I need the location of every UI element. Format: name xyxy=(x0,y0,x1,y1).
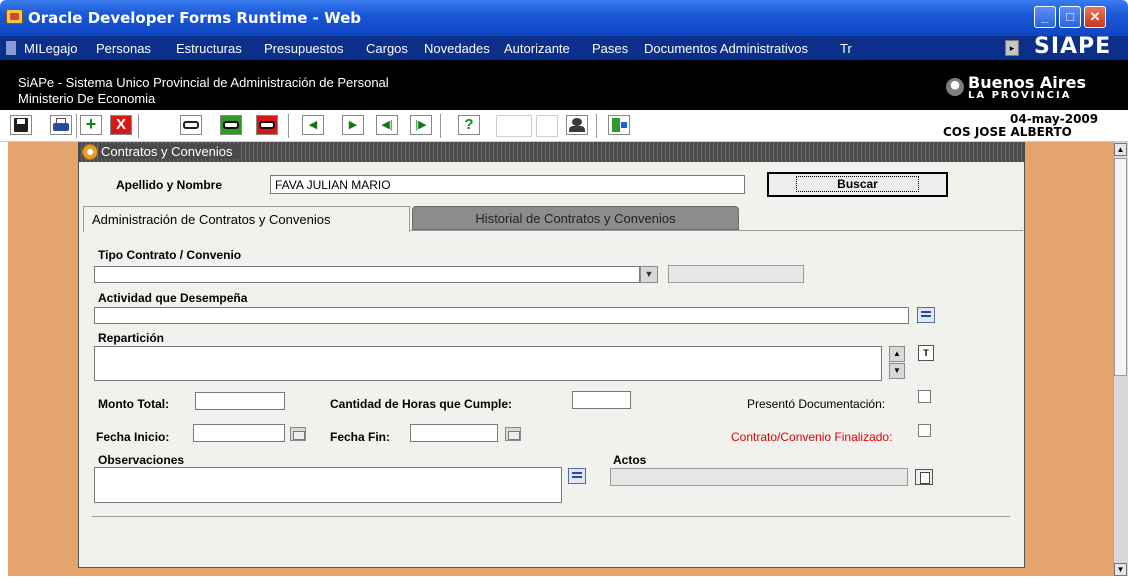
province-seal-icon xyxy=(946,78,964,96)
fecha-inicio-field[interactable] xyxy=(193,424,285,442)
first-record-icon[interactable]: ◀ xyxy=(302,115,324,135)
exit-icon[interactable] xyxy=(608,115,630,135)
monto-label: Monto Total: xyxy=(98,397,170,411)
ministry-name: Ministerio De Economia xyxy=(18,91,156,106)
horas-field[interactable] xyxy=(572,391,631,409)
session-user: COS JOSE ALBERTO xyxy=(943,125,1072,139)
list-icon[interactable] xyxy=(568,468,586,484)
menu-autorizante[interactable]: Autorizante xyxy=(504,41,570,56)
scroll-down-icon[interactable]: ▼ xyxy=(889,363,905,379)
tipo-contrato-code xyxy=(668,265,804,283)
query-execute-icon[interactable] xyxy=(220,115,242,135)
tipo-contrato-select[interactable] xyxy=(94,266,640,283)
monto-field[interactable] xyxy=(195,392,285,410)
menu-pases[interactable]: Pases xyxy=(592,41,628,56)
session-date: 04-may-2009 xyxy=(1010,112,1099,126)
menu-handle xyxy=(6,41,16,55)
menu-personas[interactable]: Personas xyxy=(96,41,151,56)
scroll-up-arrow[interactable]: ▲ xyxy=(1114,143,1127,156)
buscar-button[interactable]: Buscar xyxy=(767,172,948,197)
calendar-icon[interactable] xyxy=(505,427,521,441)
scroll-down-arrow[interactable]: ▼ xyxy=(1114,563,1127,576)
reparticion-field[interactable] xyxy=(94,346,882,381)
tab-historial[interactable]: Historial de Contratos y Convenios xyxy=(412,206,739,230)
finalizado-checkbox[interactable] xyxy=(918,424,931,437)
actos-field xyxy=(610,468,908,486)
reparticion-label: Repartición xyxy=(98,331,165,345)
menu-estructuras[interactable]: Estructuras xyxy=(176,41,242,56)
save-icon[interactable] xyxy=(10,115,32,135)
apellido-label: Apellido y Nombre xyxy=(116,178,223,192)
query-cancel-icon[interactable] xyxy=(256,115,278,135)
tab-administracion[interactable]: Administración de Contratos y Convenios xyxy=(83,206,410,232)
lookup-icon[interactable]: T xyxy=(918,345,934,361)
menu-cargos[interactable]: Cargos xyxy=(366,41,408,56)
observaciones-field[interactable] xyxy=(94,467,562,503)
fecha-inicio-label: Fecha Inicio: xyxy=(96,430,170,444)
tipo-contrato-label: Tipo Contrato / Convenio xyxy=(98,248,242,262)
help-icon[interactable]: ? xyxy=(458,115,480,135)
siape-brand: SIAPE xyxy=(1034,34,1112,59)
document-icon[interactable] xyxy=(915,469,933,485)
menu-scroll-right[interactable]: ▸ xyxy=(1005,40,1019,56)
province-logo-sub: LA PROVINCIA xyxy=(968,90,1072,101)
observaciones-label: Observaciones xyxy=(98,453,185,467)
window-title: Oracle Developer Forms Runtime - Web xyxy=(28,9,361,27)
actividad-label: Actividad que Desempeña xyxy=(98,291,248,305)
form-window-icon xyxy=(82,144,98,160)
presento-checkbox[interactable] xyxy=(918,390,931,403)
delete-record-icon[interactable]: X xyxy=(110,115,132,135)
menu-presupuestos[interactable]: Presupuestos xyxy=(264,41,344,56)
app-icon xyxy=(6,9,23,24)
menu-tr[interactable]: Tr xyxy=(840,41,852,56)
maximize-button[interactable]: □ xyxy=(1059,6,1081,28)
actividad-field[interactable] xyxy=(94,307,909,324)
presento-label: Presentó Documentación: xyxy=(747,397,886,411)
calendar-icon[interactable] xyxy=(290,427,306,441)
toolbar-empty-slot xyxy=(496,115,532,137)
add-record-icon[interactable]: + xyxy=(80,115,102,135)
print-icon[interactable] xyxy=(50,115,72,135)
toolbar-empty-slot xyxy=(536,115,558,137)
close-button[interactable]: ✕ xyxy=(1084,6,1106,28)
horas-label: Cantidad de Horas que Cumple: xyxy=(330,397,513,411)
menu-novedades[interactable]: Novedades xyxy=(424,41,490,56)
menu-documentos-administrativos[interactable]: Documentos Administrativos xyxy=(644,41,808,56)
actos-label: Actos xyxy=(613,453,647,467)
chevron-down-icon[interactable]: ▼ xyxy=(640,266,658,283)
minimize-button[interactable]: _ xyxy=(1034,6,1056,28)
fecha-fin-field[interactable] xyxy=(410,424,498,442)
buscar-button-label: Buscar xyxy=(796,176,919,192)
fecha-fin-label: Fecha Fin: xyxy=(330,430,391,444)
query-enter-icon[interactable] xyxy=(180,115,202,135)
users-icon[interactable] xyxy=(566,115,588,135)
last-set-icon[interactable]: |▶ xyxy=(410,115,432,135)
apellido-nombre-field[interactable]: FAVA JULIAN MARIO xyxy=(270,175,745,194)
separator-line xyxy=(92,516,1010,517)
next-record-icon[interactable]: ▶ xyxy=(342,115,364,135)
system-name: SiAPe - Sistema Unico Provincial de Admi… xyxy=(18,75,389,90)
form-title: Contratos y Convenios xyxy=(101,144,239,159)
previous-set-icon[interactable]: ◀| xyxy=(376,115,398,135)
scroll-thumb[interactable] xyxy=(1114,158,1127,376)
menu-milegajo[interactable]: MILegajo xyxy=(24,41,77,56)
finalizado-label: Contrato/Convenio Finalizado: xyxy=(731,430,893,444)
scroll-up-icon[interactable]: ▲ xyxy=(889,346,905,362)
list-icon[interactable] xyxy=(917,307,935,323)
